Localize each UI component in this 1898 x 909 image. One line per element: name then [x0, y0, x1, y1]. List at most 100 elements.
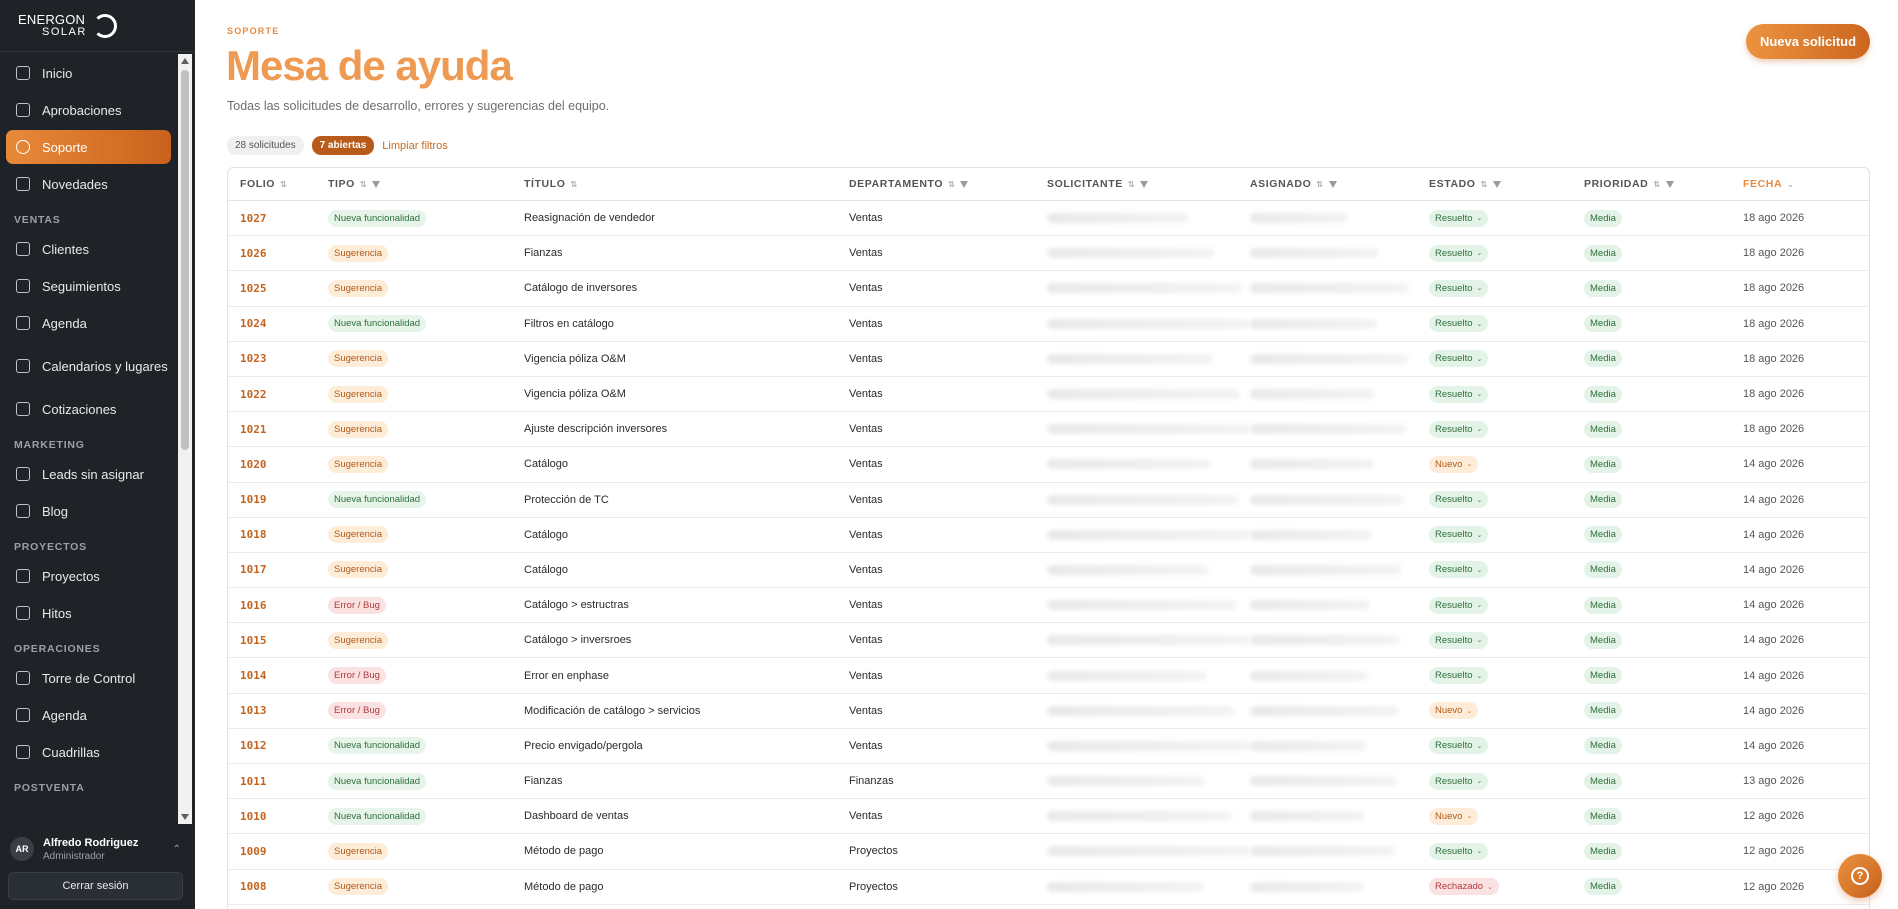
- filter-icon[interactable]: [1665, 180, 1674, 188]
- sidebar-item-calendarios[interactable]: Calendarios y lugares: [6, 343, 171, 389]
- column-header-fecha[interactable]: FECHA ⌄: [1743, 178, 1869, 190]
- folio-link[interactable]: 1021: [240, 423, 267, 436]
- sidebar-item-blog[interactable]: Blog: [6, 494, 171, 528]
- table-row[interactable]: 1022 Sugerencia Vigencia póliza O&M Ventas R…: [228, 377, 1869, 413]
- status-badge[interactable]: Resuelto ⌄: [1429, 420, 1489, 438]
- scroll-down-icon[interactable]: [181, 814, 189, 820]
- folio-link[interactable]: 1027: [240, 212, 267, 225]
- status-badge[interactable]: Resuelto ⌄: [1429, 385, 1489, 403]
- table-row[interactable]: 1014 Error / Bug Error en enphase Ventas Res…: [228, 658, 1869, 694]
- table-row[interactable]: 1020 Sugerencia Catálogo Ventas Nuevo ⌄ Media 1…: [228, 447, 1869, 483]
- sidebar-scrollbar[interactable]: [178, 54, 192, 824]
- folio-link[interactable]: 1023: [240, 352, 267, 365]
- column-header-departamento[interactable]: DEPARTAMENTO ⇅: [849, 178, 1047, 190]
- status-badge[interactable]: Resuelto ⌄: [1429, 315, 1489, 333]
- status-badge[interactable]: Resuelto ⌄: [1429, 596, 1489, 614]
- table-row[interactable]: 1017 Sugerencia Catálogo Ventas Resuelto ⌄ Med…: [228, 553, 1869, 589]
- sidebar-item-hitos[interactable]: Hitos: [6, 596, 171, 630]
- sort-icon[interactable]: ⇅: [360, 180, 367, 189]
- user-menu[interactable]: AR Alfredo Rodriguez Administrador ⌃: [0, 828, 195, 870]
- folio-link[interactable]: 1017: [240, 563, 267, 576]
- status-badge[interactable]: Resuelto ⌄: [1429, 491, 1489, 509]
- status-badge[interactable]: Resuelto ⌄: [1429, 631, 1489, 649]
- sidebar-item-torre[interactable]: Torre de Control: [6, 661, 171, 695]
- column-header-folio[interactable]: FOLIO ⇅: [228, 178, 328, 190]
- status-badge[interactable]: Nuevo ⌄: [1429, 807, 1479, 825]
- table-row[interactable]: 1026 Sugerencia Fianzas Ventas Resuelto ⌄ Medi…: [228, 236, 1869, 272]
- sort-icon[interactable]: ⇅: [1128, 180, 1135, 189]
- table-row[interactable]: 1018 Sugerencia Catálogo Ventas Resuelto ⌄ Med…: [228, 518, 1869, 553]
- table-row[interactable]: 1021 Sugerencia Ajuste descripción inverso…: [228, 412, 1869, 448]
- scroll-up-icon[interactable]: [181, 58, 189, 64]
- table-row[interactable]: 1013 Error / Bug Modificación de catálogo …: [228, 694, 1869, 729]
- status-badge[interactable]: Resuelto ⌄: [1429, 667, 1489, 685]
- new-request-button[interactable]: Nueva solicitud: [1746, 24, 1870, 59]
- open-filter-chip[interactable]: 7 abiertas: [311, 136, 375, 155]
- brand-logo[interactable]: ENERGON SOLAR: [0, 0, 195, 52]
- status-badge[interactable]: Rechazado ⌄: [1429, 878, 1499, 896]
- sidebar-item-agenda[interactable]: Agenda: [6, 306, 171, 340]
- sidebar-item-cuadrillas[interactable]: Cuadrillas: [6, 735, 171, 769]
- folio-link[interactable]: 1025: [240, 282, 267, 295]
- sidebar-item-aprobaciones[interactable]: Aprobaciones: [6, 93, 171, 127]
- sidebar-item-agenda-ops[interactable]: Agenda: [6, 698, 171, 732]
- status-badge[interactable]: Resuelto ⌄: [1429, 244, 1489, 262]
- status-badge[interactable]: Nuevo ⌄: [1429, 702, 1479, 720]
- sort-icon[interactable]: ⇅: [1653, 180, 1660, 189]
- filter-icon[interactable]: [1140, 180, 1149, 188]
- column-header-título[interactable]: TÍTULO ⇅: [524, 178, 849, 190]
- table-row[interactable]: 1010 Nueva funcionalidad Dashboard de vent…: [228, 799, 1869, 835]
- sidebar-item-clientes[interactable]: Clientes: [6, 232, 171, 266]
- sidebar-item-seguimientos[interactable]: Seguimientos: [6, 269, 171, 303]
- table-row[interactable]: 1025 Sugerencia Catálogo de inversores Vent…: [228, 271, 1869, 307]
- column-header-asignado[interactable]: ASIGNADO ⇅: [1250, 178, 1429, 190]
- sort-desc-icon[interactable]: ⌄: [1787, 180, 1794, 189]
- column-header-prioridad[interactable]: PRIORIDAD ⇅: [1584, 178, 1743, 190]
- table-row[interactable]: 1009 Sugerencia Método de pago Proyectos Res…: [228, 834, 1869, 870]
- sort-icon[interactable]: ⇅: [571, 180, 578, 189]
- table-row[interactable]: 1012 Nueva funcionalidad Precio envigado/p…: [228, 729, 1869, 764]
- table-row[interactable]: 1019 Nueva funcionalidad Protección de TC V…: [228, 483, 1869, 518]
- sidebar-item-soporte[interactable]: Soporte: [6, 130, 171, 164]
- table-row[interactable]: 1023 Sugerencia Vigencia póliza O&M Ventas R…: [228, 342, 1869, 377]
- sort-icon[interactable]: ⇅: [948, 180, 955, 189]
- folio-link[interactable]: 1010: [240, 810, 267, 823]
- status-badge[interactable]: Resuelto ⌄: [1429, 772, 1489, 790]
- filter-icon[interactable]: [960, 180, 969, 188]
- folio-link[interactable]: 1026: [240, 247, 267, 260]
- folio-link[interactable]: 1009: [240, 845, 267, 858]
- scrollbar-thumb[interactable]: [181, 70, 189, 450]
- folio-link[interactable]: 1008: [240, 880, 267, 893]
- status-badge[interactable]: Resuelto ⌄: [1429, 842, 1489, 860]
- sort-icon[interactable]: ⇅: [280, 180, 287, 189]
- folio-link[interactable]: 1014: [240, 669, 267, 682]
- filter-icon[interactable]: [372, 180, 381, 188]
- sidebar-item-cotizaciones[interactable]: Cotizaciones: [6, 392, 171, 426]
- status-badge[interactable]: Resuelto ⌄: [1429, 209, 1489, 227]
- logout-button[interactable]: Cerrar sesión: [8, 872, 183, 900]
- table-row[interactable]: 1027 Nueva funcionalidad Reasignación de v…: [228, 201, 1869, 237]
- folio-link[interactable]: 1012: [240, 739, 267, 752]
- table-row[interactable]: 1024 Nueva funcionalidad Filtros en catálo…: [228, 307, 1869, 342]
- folio-link[interactable]: 1015: [240, 634, 267, 647]
- status-badge[interactable]: Resuelto ⌄: [1429, 737, 1489, 755]
- table-row[interactable]: 1011 Nueva funcionalidad Fianzas Finanzas Re…: [228, 764, 1869, 800]
- status-badge[interactable]: Resuelto ⌄: [1429, 561, 1489, 579]
- folio-link[interactable]: 1024: [240, 317, 267, 330]
- column-header-solicitante[interactable]: SOLICITANTE ⇅: [1047, 178, 1250, 190]
- filter-icon[interactable]: [1328, 180, 1337, 188]
- column-header-tipo[interactable]: TIPO ⇅: [328, 178, 524, 190]
- filter-icon[interactable]: [1492, 180, 1501, 188]
- sidebar-item-novedades[interactable]: Novedades: [6, 167, 171, 201]
- folio-link[interactable]: 1018: [240, 528, 267, 541]
- sidebar-item-inicio[interactable]: Inicio: [6, 56, 171, 90]
- status-badge[interactable]: Resuelto ⌄: [1429, 526, 1489, 544]
- sort-icon[interactable]: ⇅: [1316, 180, 1323, 189]
- sidebar-item-leads[interactable]: Leads sin asignar: [6, 457, 171, 491]
- table-row[interactable]: 1016 Error / Bug Catálogo > estructras Vent…: [228, 588, 1869, 624]
- status-badge[interactable]: Resuelto ⌄: [1429, 350, 1489, 368]
- folio-link[interactable]: 1020: [240, 458, 267, 471]
- folio-link[interactable]: 1011: [240, 775, 267, 788]
- folio-link[interactable]: 1016: [240, 599, 267, 612]
- help-button[interactable]: ?: [1838, 854, 1882, 898]
